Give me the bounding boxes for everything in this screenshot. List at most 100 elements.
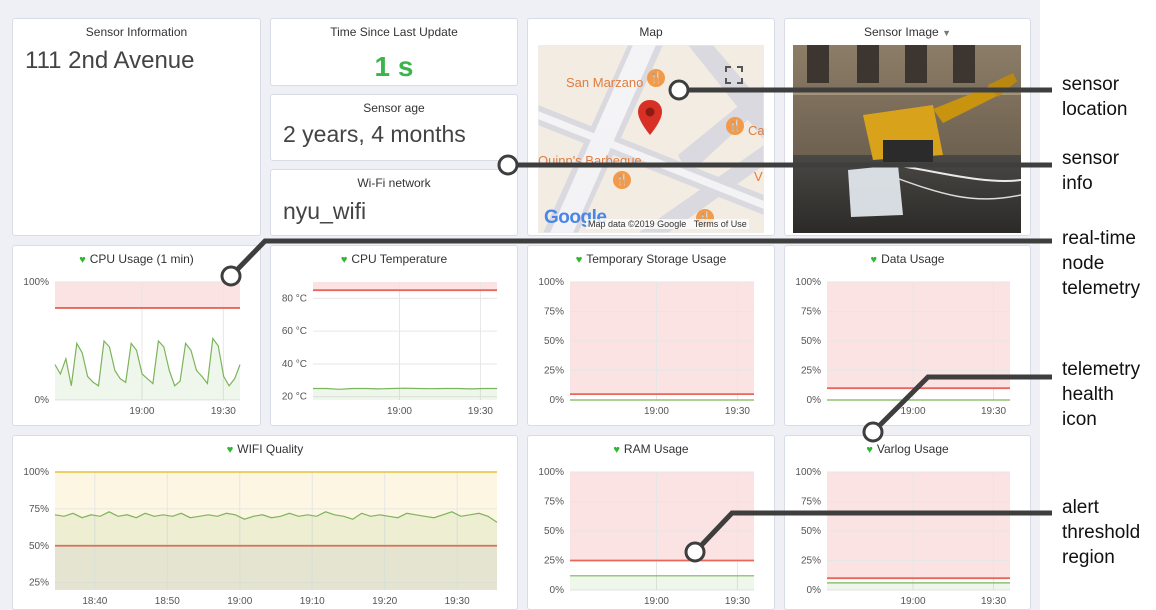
- y-tick-label: 25%: [544, 556, 564, 567]
- annotation-text: sensor: [1062, 74, 1120, 95]
- panel-title: ♥ RAM Usage: [528, 442, 774, 456]
- annotation-text: threshold: [1062, 522, 1141, 543]
- wifi-network-value: nyu_wifi: [283, 198, 367, 224]
- annotation-text: health: [1062, 384, 1114, 405]
- annotation-telemetry-health-icon: telemetry health icon: [1062, 357, 1140, 432]
- fullscreen-icon[interactable]: [724, 65, 744, 85]
- y-tick-label: 25%: [544, 366, 564, 377]
- panel-title-text: WIFI Quality: [237, 442, 304, 456]
- y-tick-label: 100%: [795, 277, 821, 288]
- y-tick-label: 100%: [538, 277, 564, 288]
- panel-title: Sensor Information: [85, 25, 188, 39]
- alert-threshold-region: [313, 282, 497, 291]
- map-panel: Map San Marzano 🍴 Quinn's Barbeque 🍴 🍴 C…: [527, 18, 775, 236]
- health-heart-icon: ♥: [870, 254, 878, 266]
- y-tick-label: 0%: [35, 395, 50, 406]
- health-heart-icon: ♥: [340, 254, 348, 266]
- data-usage-panel: ♥ Data Usage 0% 25% 50% 75% 100% 19:00 19:30: [784, 245, 1031, 426]
- y-tick-label: 40 °C: [282, 359, 307, 370]
- health-heart-icon: ♥: [79, 254, 86, 266]
- annotation-alert-threshold: alert threshold region: [1062, 495, 1140, 570]
- cpu-usage-chart: 0% 100% 19:00 19:30: [23, 277, 241, 417]
- ram-usage-chart: 0% 25% 50% 75% 100% 19:00 19:30: [538, 467, 755, 607]
- x-tick-label: 19:00: [900, 406, 925, 417]
- map-label-san-marzano: San Marzano: [566, 75, 644, 90]
- annotation-text: alert: [1062, 497, 1099, 518]
- alert-threshold-region: [55, 282, 240, 308]
- annotation-sensor-location: sensor location: [1062, 72, 1128, 122]
- x-tick-label: 19:30: [211, 406, 236, 417]
- x-tick-label: 19:00: [644, 596, 669, 607]
- panel-title: ♥ Varlog Usage: [785, 442, 1030, 456]
- y-tick-label: 80 °C: [282, 293, 307, 304]
- y-tick-label: 50%: [544, 526, 564, 537]
- sensor-information-panel: Sensor Information 111 2nd Avenue: [12, 18, 261, 236]
- x-tick-label: 18:50: [155, 596, 180, 607]
- annotation-text: telemetry: [1062, 278, 1141, 299]
- temporary-storage-panel: ♥ Temporary Storage Usage 0% 25% 50% 75% 100%…: [527, 245, 775, 426]
- annotation-sensor-info: sensor info: [1062, 146, 1119, 196]
- annotation-text: info: [1062, 173, 1093, 194]
- sensor-image-panel: Sensor Image ▼: [784, 18, 1031, 236]
- series-area: [827, 582, 1010, 590]
- map-pin-icon[interactable]: [637, 99, 663, 137]
- x-tick-label: 19:00: [644, 406, 669, 417]
- panel-title: ♥ Temporary Storage Usage: [528, 252, 774, 266]
- varlog-usage-panel: ♥ Varlog Usage 0% 25% 50% 75% 100% 19:00 19:30: [784, 435, 1031, 610]
- y-tick-label: 50%: [801, 526, 821, 537]
- time-since-update-panel: Time Since Last Update 1 s: [270, 18, 518, 86]
- x-tick-label: 18:40: [82, 596, 107, 607]
- x-tick-label: 19:30: [725, 596, 750, 607]
- restaurant-icon: 🍴: [726, 117, 744, 135]
- map-view[interactable]: San Marzano 🍴 Quinn's Barbeque 🍴 🍴 Ca V …: [538, 45, 764, 233]
- caret-down-icon[interactable]: ▼: [942, 28, 951, 38]
- panel-title: ♥ Data Usage: [785, 252, 1030, 266]
- panel-title: Wi-Fi network: [357, 176, 431, 190]
- series-area: [313, 388, 497, 400]
- panel-title-text: CPU Usage (1 min): [89, 252, 194, 266]
- y-tick-label: 20 °C: [282, 392, 307, 403]
- panel-title[interactable]: Sensor Image ▼: [785, 25, 1030, 39]
- wifi-quality-chart: 25% 50% 75% 100% 18:40 18:50 19:00 19:10 19:20 19…: [23, 467, 498, 607]
- health-heart-icon: ♥: [613, 444, 620, 456]
- alert-threshold-region: [827, 282, 1010, 389]
- series-area: [55, 511, 497, 590]
- terms-of-use-link[interactable]: Terms of Use: [694, 219, 747, 229]
- panel-title: Time Since Last Update: [330, 25, 458, 39]
- map-label-quinns-barbeque: Quinn's Barbeque: [538, 153, 642, 168]
- y-tick-label: 100%: [538, 467, 564, 478]
- wifi-quality-panel: ♥ WIFI Quality 25% 50% 75% 100% 18:40 18:50 19:…: [12, 435, 518, 610]
- panel-title-text: Data Usage: [881, 252, 945, 266]
- panel-title-text: Sensor Image: [864, 25, 939, 39]
- ram-usage-panel: ♥ RAM Usage 0% 25% 50% 75% 100% 19:00 19:30: [527, 435, 775, 610]
- annotation-text: telemetry: [1062, 359, 1141, 380]
- x-tick-label: 19:00: [900, 596, 925, 607]
- y-tick-label: 75%: [29, 504, 49, 515]
- annotation-realtime-telemetry: real-time node telemetry: [1062, 226, 1140, 301]
- annotation-text: icon: [1062, 409, 1097, 430]
- y-tick-label: 75%: [544, 307, 564, 318]
- y-tick-label: 0%: [807, 585, 822, 596]
- sensor-age-panel: Sensor age 2 years, 4 months: [270, 94, 518, 161]
- map-label-v: V: [754, 169, 763, 184]
- cpu-usage-panel: ♥ CPU Usage (1 min) 0% 100% 19:00 19:30: [12, 245, 261, 426]
- panel-title-text: Varlog Usage: [876, 442, 949, 456]
- panel-title: ♥ WIFI Quality: [13, 442, 517, 456]
- sensor-address: 111 2nd Avenue: [25, 47, 195, 74]
- map-label-ca: Ca: [748, 123, 764, 138]
- y-tick-label: 50%: [544, 336, 564, 347]
- y-tick-label: 50%: [801, 336, 821, 347]
- alert-threshold-region: [570, 472, 754, 561]
- annotation-text: location: [1062, 99, 1128, 120]
- y-tick-label: 75%: [801, 307, 821, 318]
- restaurant-icon: 🍴: [613, 171, 631, 189]
- y-tick-label: 75%: [801, 497, 821, 508]
- dashboard: Sensor Information 111 2nd Avenue Time S…: [0, 0, 1040, 610]
- health-heart-icon: ♥: [575, 254, 583, 266]
- y-tick-label: 0%: [807, 395, 822, 406]
- x-tick-label: 19:30: [981, 406, 1006, 417]
- map-attribution: Map data ©2019 Google Terms of Use: [586, 219, 749, 229]
- y-tick-label: 0%: [550, 395, 565, 406]
- temporary-storage-chart: 0% 25% 50% 75% 100% 19:00 19:30: [538, 277, 755, 417]
- y-tick-label: 50%: [29, 541, 49, 552]
